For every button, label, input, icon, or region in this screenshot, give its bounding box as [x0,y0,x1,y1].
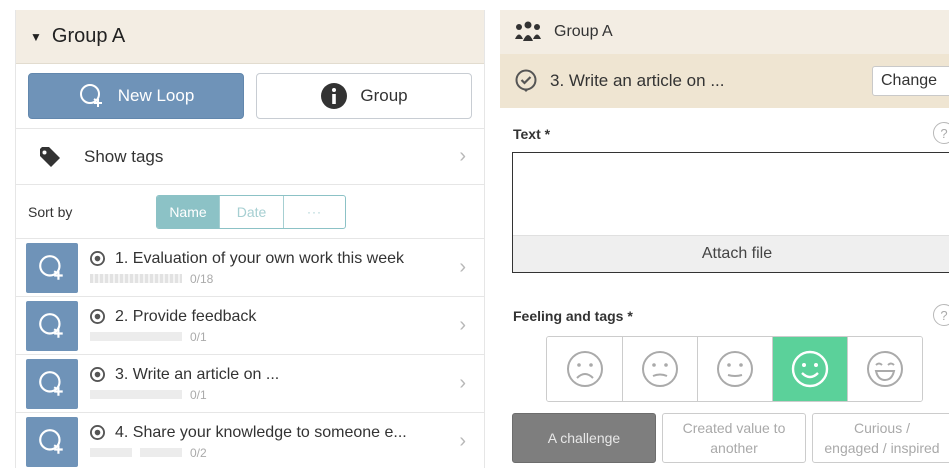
loop-title: 3. Write an article on ... [115,365,280,383]
show-tags-label: Show tags [84,146,164,166]
chevron-right-icon: › [459,256,466,278]
chevron-right-icon: › [459,430,466,452]
sort-more-option[interactable]: ··· [283,196,345,228]
loop-avatar-icon [26,416,78,467]
info-icon [320,82,348,110]
loop-progress-bar [90,448,182,457]
sort-segmented-control: Name Date ··· [156,195,346,229]
sort-by-date-option[interactable]: Date [219,196,283,228]
feeling-selector [546,336,923,402]
tag-line: Curious / [853,420,910,436]
feeling-tags-label: Feeling and tags * [513,308,633,324]
loop-progress-bar [90,274,182,283]
loop-list-item[interactable]: 3. Write an article on ... 0/1 › [16,354,484,412]
group-people-icon [514,21,542,43]
new-loop-button[interactable]: New Loop [28,73,244,119]
loop-progress-count: 0/1 [190,329,207,344]
new-loop-label: New Loop [117,86,195,105]
loop-pin-icon [90,309,105,324]
group-bar: Group A [500,10,949,54]
loop-pin-icon [90,251,105,266]
loop-list-item[interactable]: 1. Evaluation of your own work this week… [16,238,484,296]
loop-avatar-icon [26,300,78,351]
tag-line: Created value to [682,420,786,436]
detail-group-title: Group A [554,23,613,40]
loop-progress-count: 0/18 [190,271,214,286]
chevron-right-icon: › [459,372,466,394]
chevron-right-icon: › [459,314,466,336]
very-sad-face-icon[interactable] [547,337,622,401]
loop-list-item[interactable]: 2. Provide feedback 0/1 › [16,296,484,354]
tag-created-value[interactable]: Created value to another [662,413,806,463]
loop-pin-icon [90,425,105,440]
group-title: Group A [51,25,126,47]
very-happy-face-icon[interactable] [847,337,922,401]
happy-face-icon[interactable] [772,337,847,401]
text-help-icon[interactable]: ? [933,122,949,144]
attach-file-button[interactable]: Attach file [513,235,949,272]
tag-curious-engaged[interactable]: Curious / engaged / inspired [812,413,949,463]
tag-options: A challenge Created value to another Curi… [512,413,949,463]
new-loop-icon [78,82,106,110]
neutral-face-icon[interactable] [697,337,772,401]
sad-face-icon[interactable] [622,337,697,401]
loop-title: 4. Share your knowledge to someone e... [115,423,407,441]
loop-avatar-icon [26,242,78,293]
change-loop-button[interactable]: Change [872,66,949,96]
loop-list-item[interactable]: 4. Share your knowledge to someone e... … [16,412,484,468]
loop-detail-panel: Group A 3. Write an article on ... Chang… [500,10,949,468]
loop-pin-icon [514,69,538,93]
action-buttons: New Loop Group [16,64,484,128]
text-input-area[interactable]: Attach file [512,152,949,273]
text-field-label: Text * [513,126,551,142]
sort-by-label: Sort by [28,203,73,220]
loops-panel: ▼ Group A New Loop Group Show tags › Sor… [15,10,485,468]
tag-line: engaged / inspired [824,440,940,456]
group-button-label: Group [360,86,408,105]
chevron-right-icon: › [459,145,466,167]
tag-line: another [710,440,758,456]
tag-a-challenge[interactable]: A challenge [512,413,656,463]
loop-progress-count: 0/2 [190,445,207,460]
collapse-triangle-icon[interactable]: ▼ [30,30,42,44]
loop-progress-bar [90,390,182,399]
loop-title: 1. Evaluation of your own work this week [115,249,405,267]
group-info-button[interactable]: Group [256,73,472,119]
loop-avatar-icon [26,358,78,409]
current-loop-title: 3. Write an article on ... [550,71,725,90]
tag-icon [38,145,62,169]
sort-by-name-option[interactable]: Name [157,196,219,228]
loop-progress-bar [90,332,182,341]
loop-pin-icon [90,367,105,382]
sort-row: Sort by Name Date ··· [16,184,484,238]
show-tags-row[interactable]: Show tags › [16,128,484,184]
current-loop-bar: 3. Write an article on ... Change [500,54,949,108]
group-header[interactable]: ▼ Group A [16,10,484,64]
loop-progress-count: 0/1 [190,387,207,402]
loop-title: 2. Provide feedback [115,307,257,325]
feeling-help-icon[interactable]: ? [933,304,949,326]
